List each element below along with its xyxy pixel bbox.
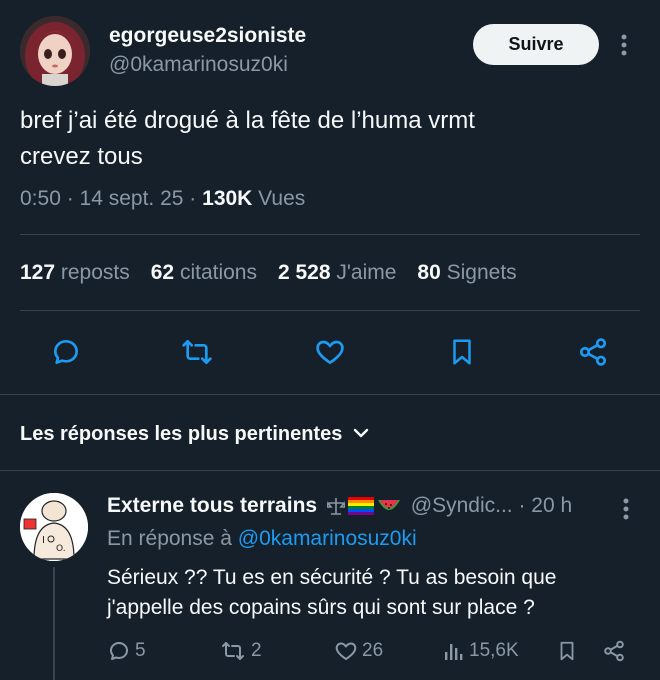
- reply-share-button[interactable]: [602, 637, 626, 665]
- reply-bookmark-button[interactable]: [556, 637, 578, 665]
- repost-icon: [222, 642, 244, 660]
- stat-number: 127: [20, 261, 56, 284]
- reply-text-line: j'appelle des copains sûrs qui sont sur …: [107, 596, 535, 619]
- svg-text:O.: O.: [56, 544, 66, 554]
- reply-icon: [110, 642, 128, 660]
- chevron-down-icon: [352, 423, 370, 446]
- reply-text: Sérieux ?? Tu es en sécurité ? Tu as bes…: [107, 563, 627, 623]
- share-icon: [604, 640, 624, 662]
- like-count: 26: [362, 640, 384, 661]
- reply-author-handle[interactable]: @Syndic...: [411, 494, 513, 517]
- reply-icon[interactable]: [48, 334, 84, 370]
- tweet-text-line: bref j’ai été drogué à la fête de l’huma…: [20, 107, 475, 134]
- stat-label: reposts: [55, 261, 130, 284]
- repost-icon[interactable]: [179, 334, 215, 370]
- follow-button[interactable]: Suivre: [473, 24, 599, 65]
- scales-icon: [326, 498, 345, 516]
- reply-author-avatar[interactable]: I O.: [20, 493, 88, 561]
- stat-quotes[interactable]: 62 citations: [151, 261, 257, 285]
- stat-number: 2 528: [277, 261, 331, 284]
- reply-header: Externe tous terrains @Syndic... · 20 h: [107, 494, 572, 518]
- tweet-stats: 127 reposts 62 citations 2 528 J'aime 80…: [20, 261, 538, 285]
- stat-label: citations: [174, 261, 257, 284]
- reply-like-button[interactable]: 26: [334, 637, 383, 665]
- stat-reposts[interactable]: 127 reposts: [20, 261, 130, 285]
- reply-context: En réponse à @0kamarinosuz0ki: [107, 527, 417, 551]
- tweet-text: bref j’ai été drogué à la fête de l’huma…: [20, 103, 640, 175]
- reply-author-emojis: [326, 496, 401, 516]
- svg-text:I: I: [42, 535, 45, 546]
- tweet-text-line: crevez tous: [20, 143, 143, 170]
- tweet-time[interactable]: 0:50: [20, 187, 61, 210]
- meta-separator: ·: [512, 494, 532, 517]
- reply-repost-button[interactable]: 2: [219, 637, 262, 665]
- views-icon: [445, 644, 463, 660]
- reply-age[interactable]: 20 h: [531, 494, 572, 517]
- bookmark-icon[interactable]: [444, 334, 480, 370]
- stat-number: 80: [417, 261, 441, 284]
- meta-separator: ·: [60, 187, 80, 210]
- stat-number: 62: [150, 261, 175, 284]
- replies-sort-label: Les réponses les plus pertinentes: [20, 423, 343, 445]
- tweet-meta: 0:50 · 14 sept. 25 · 130K Vues: [20, 187, 305, 211]
- like-icon[interactable]: [312, 334, 348, 370]
- reply-reply-button[interactable]: 5: [107, 637, 146, 665]
- rainbow-flag-icon: [347, 497, 374, 516]
- more-icon[interactable]: [612, 30, 636, 60]
- replies-sort-selector[interactable]: Les réponses les plus pertinentes: [20, 423, 370, 446]
- reply-mention-link[interactable]: @0kamarinosuz0ki: [238, 527, 417, 550]
- reply-views-button[interactable]: 15,6K: [443, 637, 519, 665]
- stat-label: Signets: [440, 261, 517, 284]
- share-icon[interactable]: [575, 334, 611, 370]
- author-display-name[interactable]: egorgeuse2sioniste: [109, 24, 306, 48]
- stat-label: J'aime: [330, 261, 397, 284]
- meta-separator: ·: [183, 187, 203, 210]
- author-handle[interactable]: @0kamarinosuz0ki: [109, 53, 288, 77]
- reply-context-prefix: En réponse à: [107, 527, 238, 550]
- watermelon-icon: [377, 500, 400, 511]
- divider: [0, 394, 660, 395]
- reply-author-name[interactable]: Externe tous terrains: [107, 494, 317, 517]
- stat-bookmarks[interactable]: 80 Signets: [417, 261, 516, 285]
- divider: [0, 470, 660, 471]
- repost-count: 2: [251, 640, 262, 661]
- author-avatar[interactable]: [20, 16, 90, 86]
- views-label: Vues: [252, 187, 306, 210]
- thread-line: [53, 567, 55, 680]
- views-count: 130K: [202, 187, 253, 210]
- views-count: 15,6K: [469, 640, 519, 661]
- reply-count: 5: [135, 640, 146, 661]
- divider: [20, 234, 640, 235]
- bookmark-icon: [560, 641, 574, 661]
- reply-text-line: Sérieux ?? Tu es en sécurité ? Tu as bes…: [107, 566, 557, 589]
- tweet-date[interactable]: 14 sept. 25: [80, 187, 184, 210]
- divider: [20, 310, 640, 311]
- stat-likes[interactable]: 2 528 J'aime: [278, 261, 396, 285]
- more-icon[interactable]: [614, 496, 638, 522]
- like-icon: [335, 642, 357, 660]
